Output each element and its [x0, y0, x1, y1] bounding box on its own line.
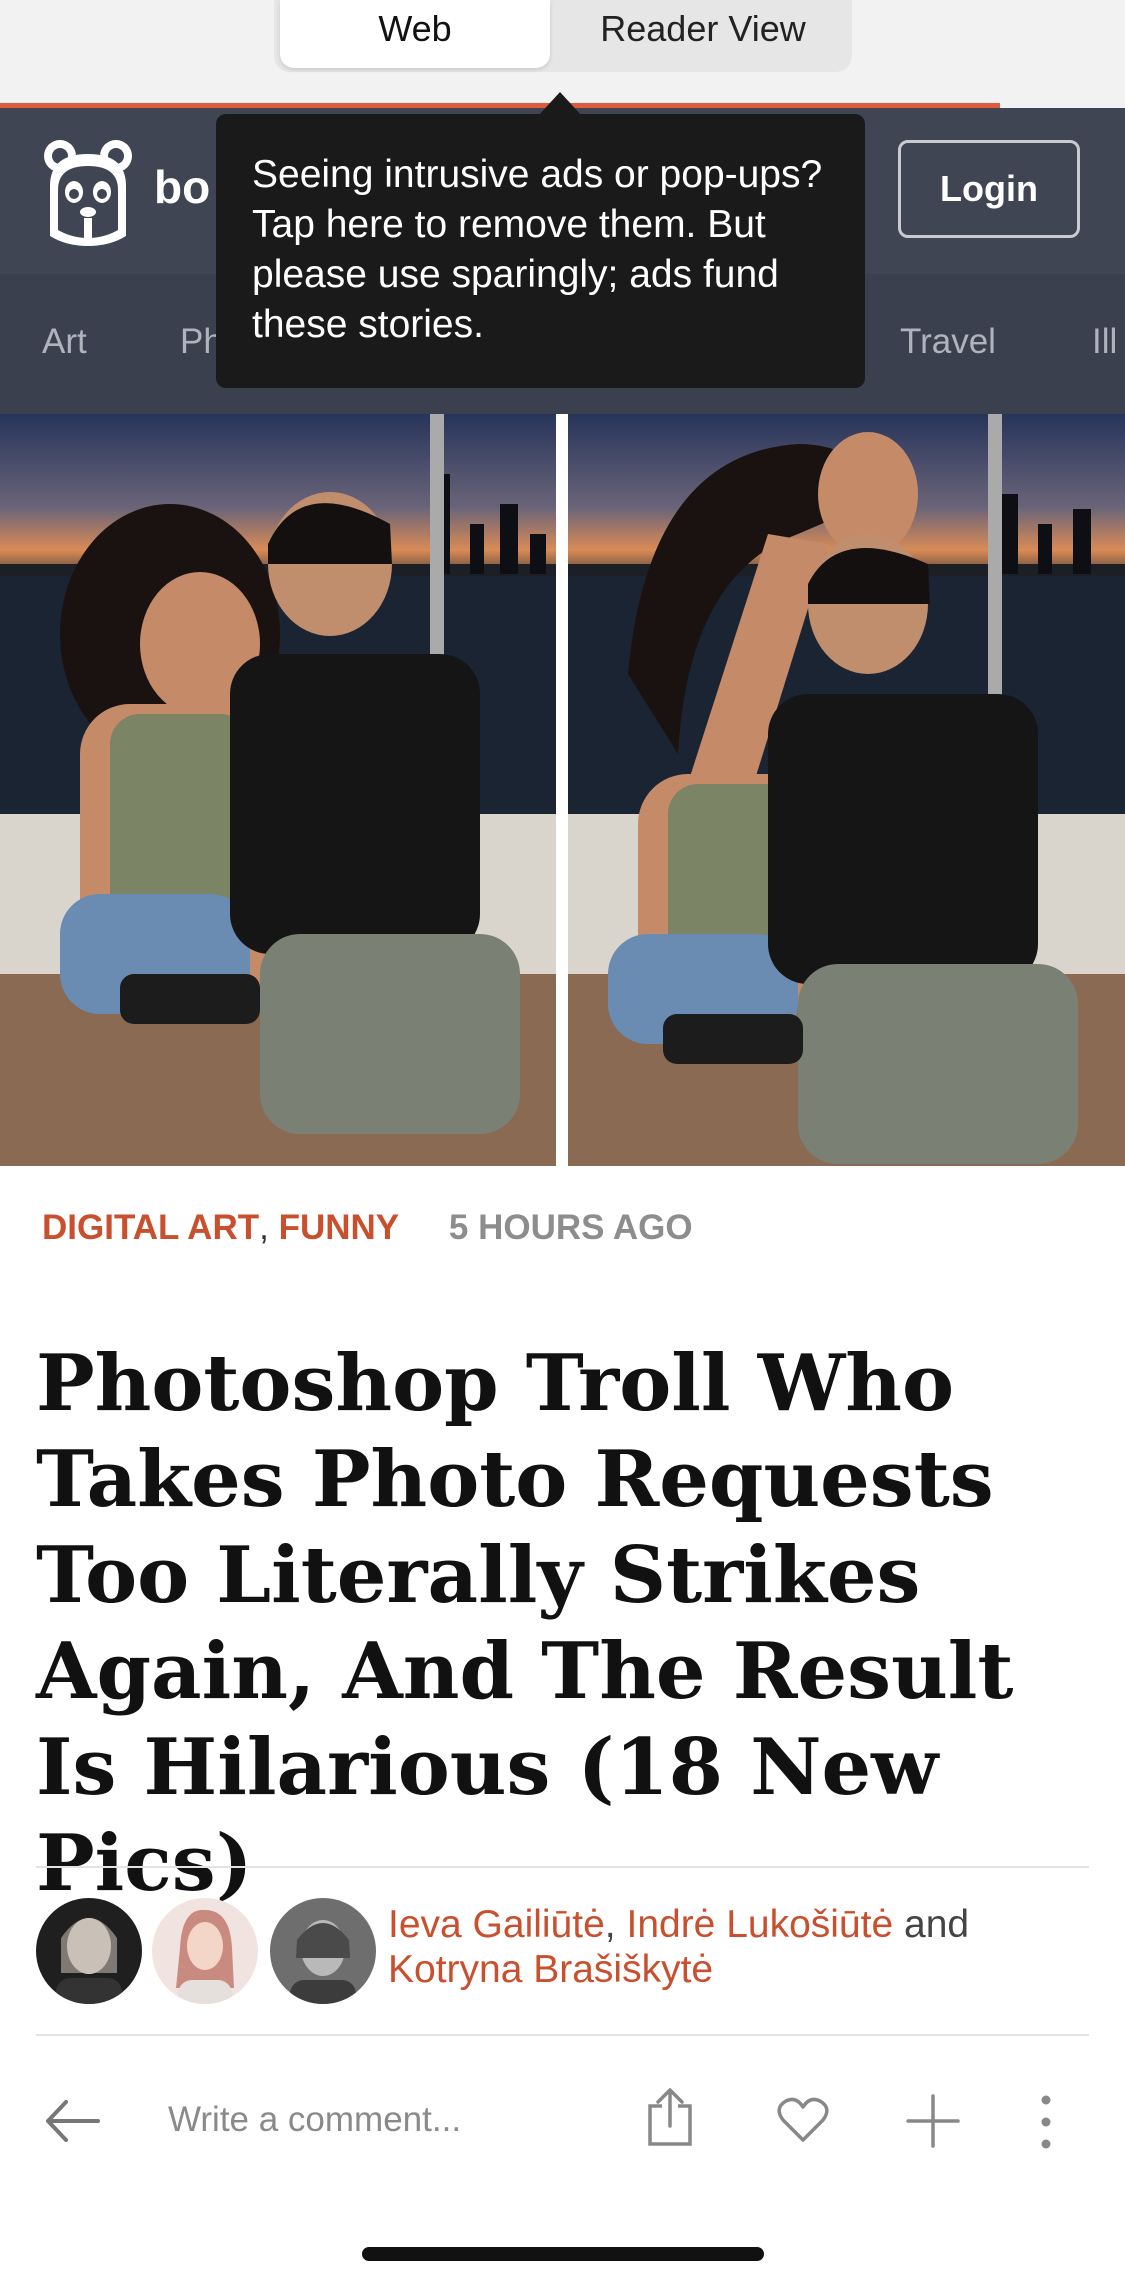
divider-bottom: [36, 2034, 1089, 2036]
author-byline: Ieva Gailiūtė, Indrė Lukošiūtė and Kotry…: [388, 1902, 1088, 1992]
photo-original: [0, 414, 556, 1166]
avatar[interactable]: [152, 1898, 258, 2004]
share-icon[interactable]: [646, 2086, 694, 2148]
heart-icon[interactable]: [776, 2096, 830, 2144]
author-link[interactable]: Kotryna Brašiškytė: [388, 1948, 713, 1991]
avatar[interactable]: [36, 1898, 142, 2004]
category-separator: ,: [259, 1208, 269, 1247]
site-logo-text[interactable]: bo: [154, 160, 210, 214]
post-time: 5 HOURS AGO: [448, 1208, 693, 1247]
view-mode-switch: Web Reader View: [274, 0, 852, 72]
nav-item-illustration[interactable]: Ill: [1092, 322, 1117, 362]
web-view-tab[interactable]: Web: [280, 0, 550, 68]
divider-top: [36, 1866, 1089, 1868]
comment-input[interactable]: Write a comment...: [168, 2100, 461, 2140]
category-link-funny[interactable]: FUNNY: [279, 1208, 400, 1247]
author-and: and: [904, 1903, 970, 1946]
nav-item-art[interactable]: Art: [42, 322, 87, 362]
category-link-digital-art[interactable]: DIGITAL ART: [42, 1208, 259, 1247]
more-options-icon[interactable]: [1036, 2094, 1056, 2150]
plus-icon[interactable]: [906, 2094, 960, 2148]
home-indicator[interactable]: [362, 2247, 764, 2261]
author-link[interactable]: Indrė Lukošiūtė: [626, 1903, 893, 1946]
panda-logo-icon[interactable]: [40, 136, 136, 248]
reader-view-tab[interactable]: Reader View: [562, 0, 844, 68]
login-button[interactable]: Login: [898, 140, 1080, 238]
avatar[interactable]: [270, 1898, 376, 2004]
author-link[interactable]: Ieva Gailiūtė: [388, 1903, 605, 1946]
nav-item-travel[interactable]: Travel: [900, 322, 996, 362]
ad-removal-tooltip[interactable]: Seeing intrusive ads or pop-ups? Tap her…: [216, 114, 865, 388]
photo-edited: [568, 414, 1125, 1166]
tooltip-arrow: [538, 92, 582, 116]
hero-image[interactable]: [0, 414, 1125, 1166]
action-bar: Write a comment...: [0, 2070, 1125, 2180]
article-meta: DIGITAL ART, FUNNY 5 HOURS AGO: [42, 1208, 693, 1248]
author-separator: ,: [604, 1903, 616, 1946]
article-title: Photoshop Troll Who Takes Photo Requests…: [36, 1338, 1014, 1909]
back-arrow-icon[interactable]: [42, 2096, 102, 2146]
